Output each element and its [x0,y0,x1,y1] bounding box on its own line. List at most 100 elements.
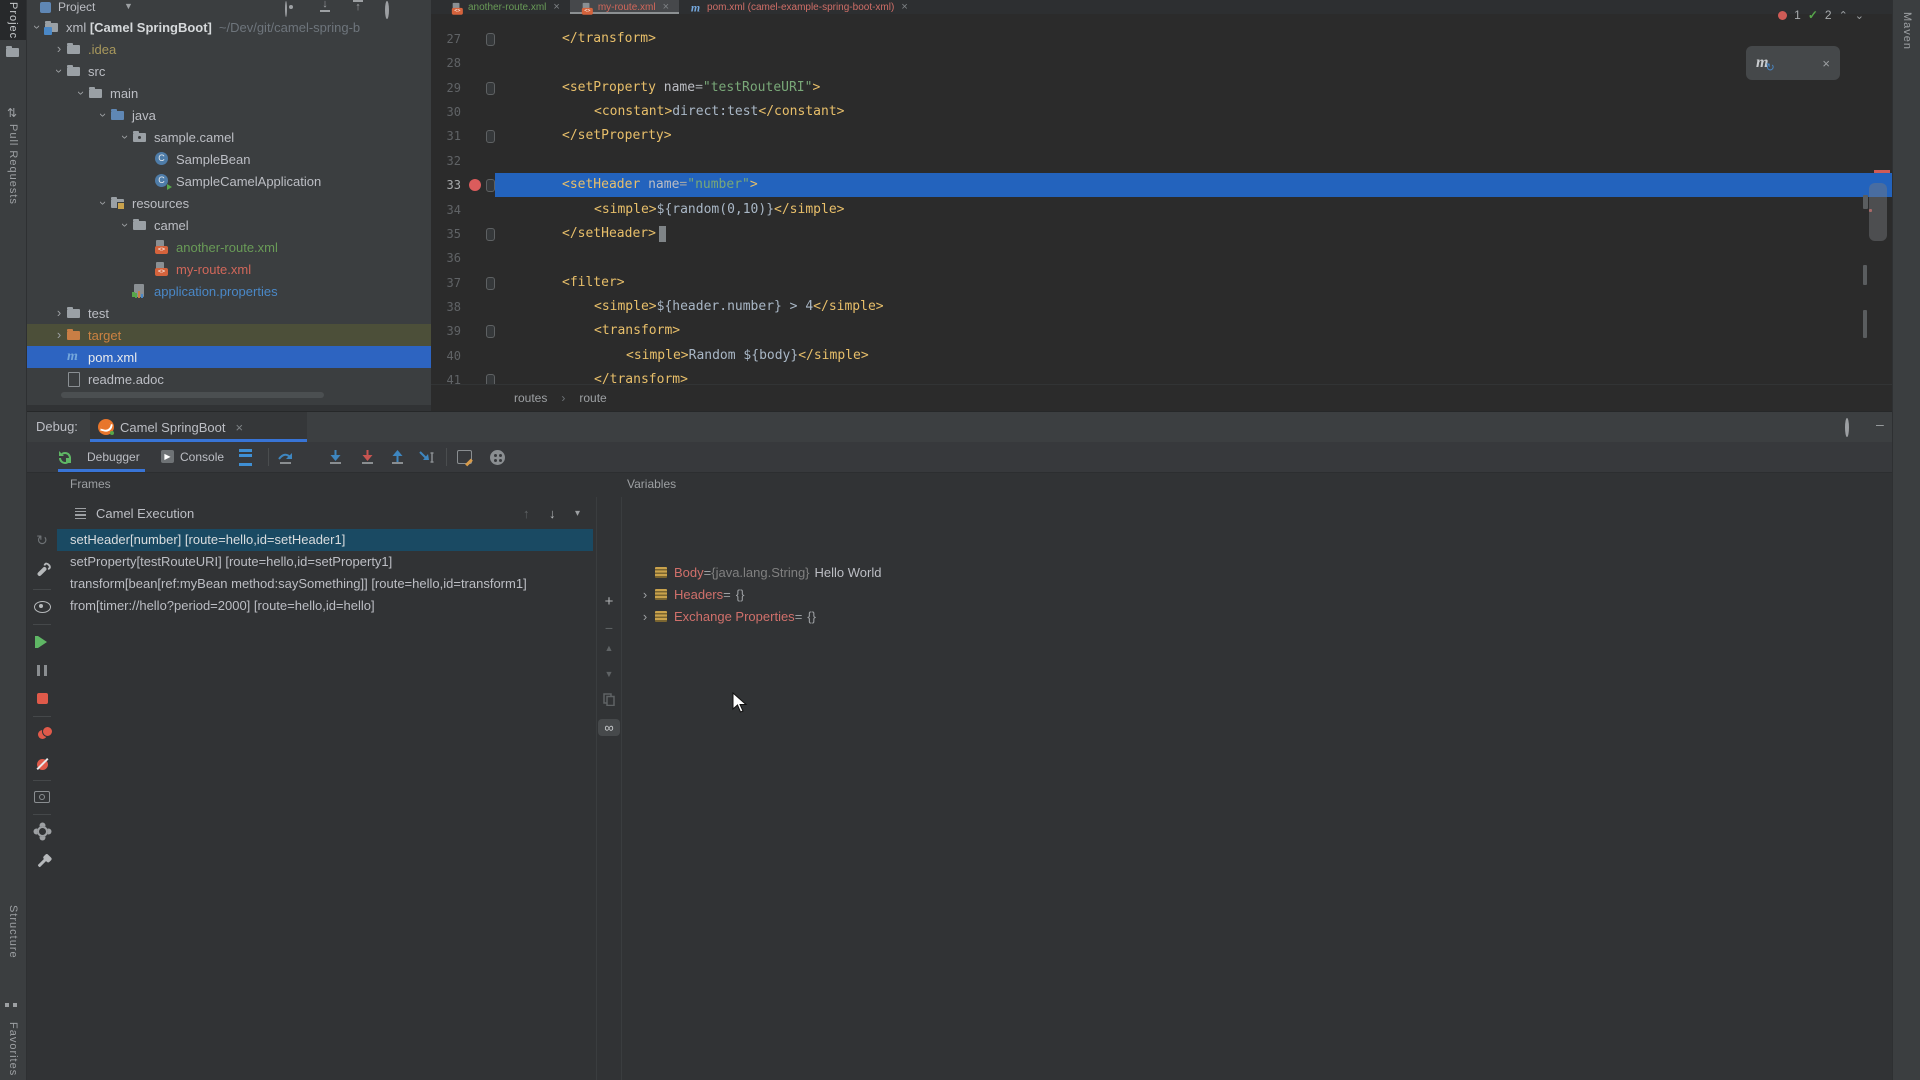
fold-start-icon[interactable] [486,277,495,290]
fold-end-icon[interactable] [486,130,495,143]
debugger-settings-gear-icon[interactable] [30,819,54,843]
evaluate-expression-icon[interactable] [452,445,476,469]
tree-row-src[interactable]: ›src [27,60,431,82]
tree-row-SampleCamelApplication[interactable]: CSampleCamelApplication [27,170,431,192]
chevron-collapsed-icon[interactable]: › [52,328,66,342]
variable-expand-chevron-icon[interactable]: › [638,587,652,602]
code-line-36[interactable]: 36 [431,246,1857,270]
infinity-toggle-icon[interactable]: ∞ [598,719,620,736]
mute-breakpoints-icon[interactable] [30,752,54,776]
code-editor[interactable]: 27</transform>2829<setProperty name="tes… [431,14,1857,385]
tree-row-sample.camel[interactable]: ›sample.camel [27,126,431,148]
rerun-application-icon[interactable] [53,445,77,469]
view-breakpoints-icon[interactable] [30,722,54,746]
debug-settings-gear-icon[interactable] [1845,420,1849,435]
force-step-into-icon[interactable] [355,445,379,469]
scrollbar-thumb[interactable] [1869,183,1887,241]
debug-session-tab[interactable]: Camel SpringBoot × [90,412,307,442]
toolwindow-button-structure[interactable]: Structure [7,905,19,959]
frame-row[interactable]: setHeader[number] [route=hello,id=setHea… [57,529,593,551]
tree-row-my-route.xml[interactable]: <>my-route.xml [27,258,431,280]
tab-close-icon[interactable]: × [553,1,559,13]
chevron-expanded-icon[interactable]: › [118,218,132,232]
code-line-38[interactable]: 38<simple>${header.number} > 4</simple> [431,295,1857,319]
variable-row-Body[interactable]: Body = {java.lang.String}Hello World [623,561,1892,583]
variable-expand-chevron-icon[interactable]: › [638,609,652,624]
frame-row[interactable]: transform[bean[ref:myBean method:saySome… [57,573,593,595]
tree-row-main[interactable]: ›main [27,82,431,104]
code-line-29[interactable]: 29<setProperty name="testRouteURI"> [431,76,1857,100]
code-line-32[interactable]: 32 [431,149,1857,173]
variable-row-Headers[interactable]: ›Headers = {} [623,583,1892,605]
pin-tab-icon[interactable] [30,850,54,874]
code-line-28[interactable]: 28 [431,51,1857,75]
chevron-expanded-icon[interactable]: › [30,20,44,34]
code-line-40[interactable]: 40<simple>Random ${body}</simple> [431,344,1857,368]
thread-dump-camera-icon[interactable] [30,785,54,809]
hide-panel-icon[interactable]: – [1876,416,1884,432]
fold-start-icon[interactable] [486,325,495,338]
inspections-widget[interactable]: 1 ✓ 2 ⌃ ⌄ [1778,8,1864,22]
fold-end-icon[interactable] [486,228,495,241]
pull-requests-icon[interactable]: ⇅ [7,106,17,120]
tab-debugger[interactable]: Debugger [77,442,150,471]
step-over-icon[interactable] [273,445,297,469]
editor-tab-my-route.xml[interactable]: <>my-route.xml× [570,0,679,14]
breakpoint-icon[interactable] [469,179,481,191]
editor-tab-pom.xml[interactable]: mpom.xml (camel-example-spring-boot-xml)… [679,0,918,14]
fold-start-icon[interactable] [486,179,495,192]
add-icon[interactable]: + [597,593,621,610]
editor-tab-another-route.xml[interactable]: <>another-route.xml× [440,0,570,14]
tab-console[interactable]: ▶ Console [155,442,230,471]
resume-program-icon[interactable] [30,630,54,654]
frame-row[interactable]: from[timer://hello?period=2000] [route=h… [57,595,593,617]
code-line-37[interactable]: 37<filter> [431,271,1857,295]
code-line-30[interactable]: 30<constant>direct:test</constant> [431,100,1857,124]
chevron-expanded-icon[interactable]: › [96,196,110,210]
tree-row-java[interactable]: ›java [27,104,431,126]
tab-close-icon[interactable]: × [901,1,907,13]
tree-row-SampleBean[interactable]: CSampleBean [27,148,431,170]
code-line-31[interactable]: 31</setProperty> [431,124,1857,148]
toolwindow-button-favorites[interactable]: Favorites [7,1022,19,1076]
tree-horizontal-scrollbar[interactable] [61,392,324,398]
chevron-expanded-icon[interactable]: › [96,108,110,122]
code-line-27[interactable]: 27</transform> [431,27,1857,51]
tree-row-pom.xml[interactable]: mpom.xml [27,346,431,368]
variable-row-Exchange-Properties[interactable]: ›Exchange Properties = {} [623,605,1892,627]
chevron-expanded-icon[interactable]: › [52,64,66,78]
code-line-35[interactable]: 35</setHeader> [431,222,1857,246]
tree-row-test[interactable]: ›test [27,302,431,324]
debug-session-close-icon[interactable]: × [236,420,244,435]
watch-eye-icon[interactable] [30,595,54,619]
fold-end-icon[interactable] [486,33,495,46]
stop-icon[interactable] [30,686,54,710]
editor-area[interactable]: <>another-route.xml×<>my-route.xml×mpom.… [431,0,1892,411]
code-line-39[interactable]: 39<transform> [431,319,1857,343]
code-line-33[interactable]: 33<setHeader name="number"> [431,173,1857,197]
tree-row-xml[interactable]: ›xml [Camel SpringBoot]~/Dev/git/camel-s… [27,16,431,38]
folder-stripe-icon[interactable] [6,44,22,60]
maven-sync-popup[interactable]: m ↻ × [1746,46,1840,80]
tree-row-readme.adoc[interactable]: readme.adoc [27,368,431,390]
chevron-collapsed-icon[interactable]: › [52,306,66,320]
tree-row-application.properties[interactable]: application.properties [27,280,431,302]
step-into-icon[interactable] [323,445,347,469]
frame-up-icon[interactable]: ↑ [523,506,530,521]
tree-row-resources[interactable]: ›resources [27,192,431,214]
tree-row-camel[interactable]: ›camel [27,214,431,236]
chevron-expanded-icon[interactable]: › [118,130,132,144]
thread-selector[interactable]: Camel Execution ↑ ↓ ▾ [57,500,596,526]
chevron-expanded-icon[interactable]: › [74,86,88,100]
tab-close-icon[interactable]: × [663,1,669,13]
frame-down-icon[interactable]: ↓ [549,506,556,521]
tree-row-target[interactable]: ›target [27,324,431,346]
run-to-cursor-icon[interactable] [415,445,439,469]
fold-start-icon[interactable] [486,82,495,95]
toolwindow-button-project[interactable]: Projec [0,0,26,40]
breadcrumb-routes[interactable]: routes [514,391,547,405]
prev-problem-icon[interactable]: ⌃ [1839,9,1848,22]
breadcrumb-route[interactable]: route [579,391,606,405]
frame-drop-icon[interactable]: ▾ [575,508,580,519]
layout-settings-icon[interactable] [233,445,257,469]
